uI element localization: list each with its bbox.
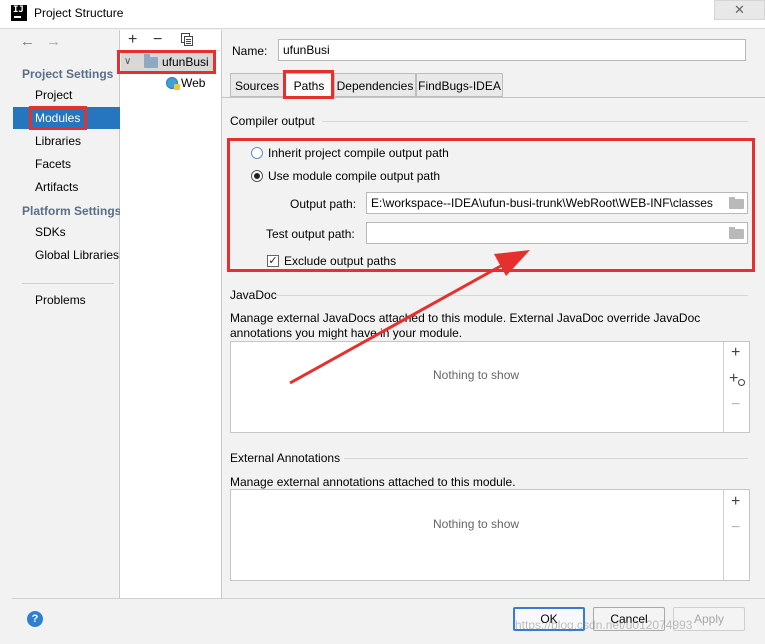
sidebar-divider: [22, 283, 114, 284]
remove-annotation-button[interactable]: −: [731, 520, 740, 536]
sidebar-item-global-libraries[interactable]: Global Libraries: [13, 244, 120, 266]
globe-icon: [738, 379, 745, 386]
sidebar-item-problems[interactable]: Problems: [13, 289, 120, 311]
module-tree: [120, 30, 222, 598]
sidebar-item-project[interactable]: Project: [13, 84, 120, 106]
footer-divider: [12, 598, 765, 599]
remove-module-button[interactable]: −: [153, 32, 162, 48]
annotation-box-modules: [29, 106, 87, 130]
add-javadoc-button[interactable]: +: [731, 345, 740, 361]
name-label: Name:: [232, 44, 268, 58]
annotation-arrow: [289, 250, 530, 385]
section-divider: [322, 121, 748, 122]
list-toolbar-divider: [723, 490, 724, 580]
tab-dependencies[interactable]: Dependencies: [334, 73, 416, 97]
sidebar-item-libraries[interactable]: Libraries: [13, 130, 120, 152]
remove-javadoc-button[interactable]: −: [731, 397, 740, 413]
annotations-empty-text: Nothing to show: [433, 517, 520, 531]
annotations-list[interactable]: [230, 489, 750, 581]
tab-findbugs-idea[interactable]: FindBugs-IDEA: [416, 73, 503, 97]
javadoc-heading: JavaDoc: [230, 288, 277, 302]
close-window-button[interactable]: ✕: [714, 0, 765, 20]
tree-node-web[interactable]: Web: [181, 76, 205, 90]
window-title: Project Structure: [34, 6, 124, 20]
sidebar-item-artifacts[interactable]: Artifacts: [13, 176, 120, 198]
intellij-app-icon: IJ: [11, 5, 27, 21]
back-arrow-icon[interactable]: ←: [20, 33, 35, 50]
watermark-text: https://blog.csdn.net/u012074993: [515, 618, 693, 632]
section-divider: [344, 458, 748, 459]
forward-arrow-icon[interactable]: →: [46, 33, 61, 50]
tab-sources[interactable]: Sources: [230, 73, 284, 97]
help-icon[interactable]: ?: [27, 611, 43, 627]
copy-icon[interactable]: [181, 33, 193, 46]
module-name-input[interactable]: [278, 39, 746, 61]
platform-settings-heading: Platform Settings: [22, 204, 122, 218]
add-javadoc-url-button[interactable]: +: [729, 371, 738, 387]
web-facet-icon: [166, 77, 180, 90]
add-module-button[interactable]: +: [128, 32, 137, 48]
compiler-output-heading: Compiler output: [230, 114, 315, 128]
sidebar-item-facets[interactable]: Facets: [13, 153, 120, 175]
project-settings-heading: Project Settings: [22, 67, 114, 81]
annotation-box-paths-tab: [283, 70, 334, 99]
list-toolbar-divider: [723, 342, 724, 432]
external-annotations-heading: External Annotations: [230, 451, 341, 465]
annotations-description: Manage external annotations attached to …: [230, 475, 516, 489]
add-annotation-button[interactable]: +: [731, 494, 740, 510]
sidebar-item-sdks[interactable]: SDKs: [13, 221, 120, 243]
annotation-box-module: [117, 50, 216, 74]
